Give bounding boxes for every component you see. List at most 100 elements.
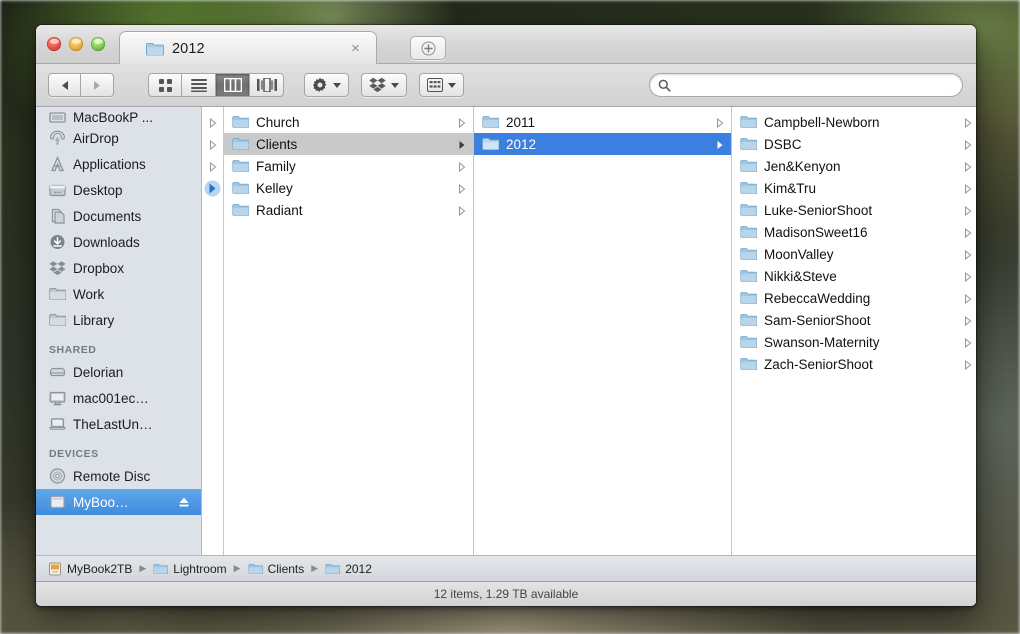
item-name: 2011 — [506, 114, 536, 130]
eject-icon[interactable] — [178, 496, 190, 508]
table-row[interactable]: Kelley — [224, 177, 473, 199]
list-item[interactable] — [202, 133, 223, 155]
table-row[interactable]: Campbell-Newborn — [732, 111, 976, 133]
table-row[interactable]: Zach-SeniorShoot — [732, 353, 976, 375]
close-icon[interactable]: × — [348, 41, 363, 56]
table-row[interactable]: DSBC — [732, 133, 976, 155]
back-arrow-icon — [60, 80, 70, 91]
breadcrumb-mybook2tb[interactable]: MyBook2TB — [48, 562, 132, 576]
breadcrumb-2012[interactable]: 2012 — [325, 562, 372, 576]
search-input[interactable] — [676, 78, 946, 92]
search-field[interactable] — [649, 73, 963, 97]
table-row-2012-selected[interactable]: 2012 — [474, 133, 731, 155]
close-window-button[interactable] — [47, 37, 61, 51]
table-row[interactable]: Radiant — [224, 199, 473, 221]
chevron-right-icon — [964, 184, 972, 194]
chevron-right-icon — [209, 140, 217, 150]
list-item[interactable] — [202, 199, 223, 221]
sidebar-item-documents[interactable]: Documents — [36, 203, 201, 229]
sidebar-item-applications[interactable]: Applications — [36, 151, 201, 177]
item-name: DSBC — [764, 136, 802, 152]
new-tab-button[interactable] — [410, 36, 446, 60]
search-icon — [658, 79, 671, 92]
sidebar-item-mac001ec[interactable]: mac001ec… — [36, 385, 201, 411]
folder-icon — [740, 137, 757, 151]
column-lightroom[interactable]: Church Clients Family Kelley Radiant — [224, 107, 474, 555]
column-view-button[interactable] — [216, 73, 250, 97]
chevron-right-icon — [964, 140, 972, 150]
sidebar-item-mybook[interactable]: MyBoo… — [36, 489, 201, 515]
documents-icon — [49, 208, 66, 224]
sidebar-item-airdrop[interactable]: AirDrop — [36, 125, 201, 151]
sidebar-item-label: Applications — [73, 156, 146, 172]
applications-icon — [49, 156, 66, 172]
action-menu-button[interactable] — [304, 73, 349, 97]
sidebar-item-work[interactable]: Work — [36, 281, 201, 307]
table-row[interactable]: RebeccaWedding — [732, 287, 976, 309]
view-mode-segmented-control — [148, 73, 284, 97]
arrange-icon — [427, 78, 443, 92]
chevron-right-icon — [964, 360, 972, 370]
traffic-light-buttons — [47, 37, 105, 51]
sidebar-item-desktop[interactable]: Desktop — [36, 177, 201, 203]
table-row[interactable]: Luke-SeniorShoot — [732, 199, 976, 221]
coverflow-view-button[interactable] — [250, 73, 284, 97]
forward-button[interactable] — [81, 73, 114, 97]
folder-icon — [325, 563, 341, 575]
chevron-right-icon — [209, 162, 217, 172]
item-name: Kim&Tru — [764, 180, 817, 196]
arrange-menu-button[interactable] — [419, 73, 464, 97]
sidebar-item-remote-disc[interactable]: Remote Disc — [36, 463, 201, 489]
folder-icon — [232, 137, 249, 151]
table-row[interactable]: Church — [224, 111, 473, 133]
sidebar-item-library[interactable]: Library — [36, 307, 201, 333]
folder-icon — [146, 42, 164, 56]
sidebar-item-downloads[interactable]: Downloads — [36, 229, 201, 255]
breadcrumb-separator: ▶ — [139, 563, 147, 573]
back-button[interactable] — [48, 73, 81, 97]
table-row-clients-selected[interactable]: Clients — [224, 133, 473, 155]
table-row[interactable]: Nikki&Steve — [732, 265, 976, 287]
list-item-selected[interactable] — [202, 177, 223, 199]
minimize-window-button[interactable] — [69, 37, 83, 51]
sidebar-item-label: Documents — [73, 208, 142, 224]
folder-icon — [153, 563, 169, 575]
list-item[interactable] — [202, 111, 223, 133]
table-row[interactable]: Swanson-Maternity — [732, 331, 976, 353]
breadcrumb-label: MyBook2TB — [67, 561, 133, 576]
column-clients[interactable]: 2011 2012 — [474, 107, 732, 555]
breadcrumb-clients[interactable]: Clients — [248, 562, 304, 576]
item-name: Church — [256, 114, 300, 130]
finder-tab-2012[interactable]: 2012 × — [119, 31, 377, 65]
window-titlebar: 2012 × — [36, 25, 976, 65]
dropbox-menu-button[interactable] — [361, 73, 407, 97]
table-row[interactable]: Sam-SeniorShoot — [732, 309, 976, 331]
table-row[interactable]: 2011 — [474, 111, 731, 133]
sidebar-item-thelastun[interactable]: TheLastUn… — [36, 411, 201, 437]
sidebar-item-label: mac001ec… — [73, 390, 149, 406]
breadcrumb-separator: ▶ — [233, 563, 241, 573]
sidebar-item-delorian[interactable]: Delorian — [36, 359, 201, 385]
table-row[interactable]: MadisonSweet16 — [732, 221, 976, 243]
sidebar-item-macbookp[interactable]: MacBookP ... — [36, 107, 201, 125]
table-row[interactable]: Family — [224, 155, 473, 177]
breadcrumb-lightroom[interactable]: Lightroom — [153, 562, 227, 576]
zoom-window-button[interactable] — [91, 37, 105, 51]
icon-view-button[interactable] — [148, 73, 182, 97]
item-name: Kelley — [256, 180, 293, 196]
sidebar-section-shared: SHARED — [49, 344, 97, 356]
sidebar-section-devices: DEVICES — [49, 448, 99, 460]
table-row[interactable]: MoonValley — [732, 243, 976, 265]
item-name: Zach-SeniorShoot — [764, 356, 873, 372]
dropbox-icon — [49, 260, 66, 276]
list-view-button[interactable] — [182, 73, 216, 97]
list-item[interactable] — [202, 155, 223, 177]
sidebar-item-label: Downloads — [73, 234, 140, 250]
column-stub[interactable] — [202, 107, 224, 555]
chevron-right-icon — [964, 338, 972, 348]
table-row[interactable]: Jen&Kenyon — [732, 155, 976, 177]
table-row[interactable]: Kim&Tru — [732, 177, 976, 199]
chevron-down-icon — [333, 82, 341, 88]
column-2012[interactable]: Campbell-Newborn DSBC Jen&Kenyon Kim&Tru — [732, 107, 976, 555]
sidebar-item-dropbox[interactable]: Dropbox — [36, 255, 201, 281]
